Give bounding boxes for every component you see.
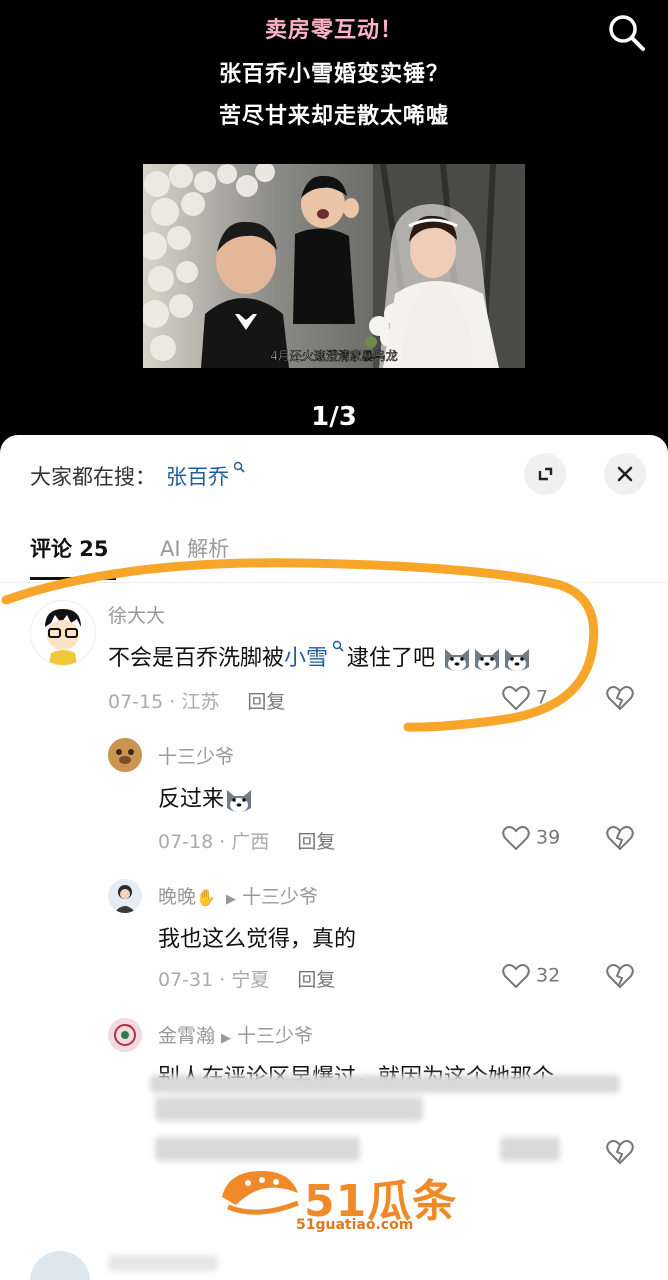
- hand-emoji-icon: ✋: [196, 888, 216, 907]
- comment-text: 我也这么觉得，真的: [158, 927, 357, 952]
- comment-text: 不会是百乔洗脚被小雪 逮住了吧: [108, 640, 532, 673]
- photo-caption: 4月还火速澄清家暴乌龙: [270, 348, 398, 363]
- comment-username[interactable]: 晚晚✋ ▶ 十三少爷: [158, 882, 318, 909]
- like-count: 32: [536, 964, 561, 987]
- reply-to-username[interactable]: 十三少爷: [242, 886, 318, 908]
- avatar[interactable]: [108, 879, 142, 913]
- dislike-icon[interactable]: [606, 963, 634, 993]
- comment-sheet: 大家都在搜： 张百乔 评论 25 AI 解析 徐大大 不会是百乔洗脚被小雪 逮住…: [0, 435, 668, 1280]
- heart-icon: [502, 964, 530, 989]
- avatar[interactable]: [108, 738, 142, 772]
- video-headline-1: 卖房零互动！: [264, 18, 403, 43]
- avatar[interactable]: [108, 1018, 142, 1052]
- avatar[interactable]: [30, 1251, 90, 1280]
- search-mini-icon: [229, 461, 245, 476]
- comment-username[interactable]: 徐大大: [108, 601, 165, 628]
- reply-to-username[interactable]: 十三少爷: [237, 1025, 313, 1047]
- comment-meta: 07-15 · 江苏 回复: [108, 687, 285, 714]
- wedding-photo: 4月还火速澄清家暴乌龙: [143, 164, 525, 368]
- comment-text: 反过来: [158, 781, 254, 814]
- tab-ai-analysis[interactable]: AI 解析: [160, 533, 229, 563]
- dislike-icon[interactable]: [606, 685, 634, 715]
- blurred-text: [500, 1137, 560, 1161]
- comment-username-text: 晚晚: [158, 886, 197, 908]
- comment-meta: 07-31 · 宁夏 回复: [158, 965, 335, 992]
- watermark-logo: 51瓜条 51guatiao.com: [218, 1163, 458, 1239]
- close-icon[interactable]: [604, 453, 646, 495]
- heart-icon: [502, 826, 530, 851]
- blurred-text: [108, 1255, 218, 1271]
- like-button[interactable]: 32: [502, 963, 560, 989]
- comment-username[interactable]: 金霄瀚 ▶ 十三少爷: [158, 1021, 313, 1048]
- active-tab-indicator: [30, 577, 116, 580]
- comment-username[interactable]: 十三少爷: [158, 742, 234, 769]
- video-headline-2: 张百乔小雪婚变实锤？: [218, 62, 449, 87]
- comment-text-part: 反过来: [158, 787, 225, 812]
- comment-text-part: 不会是百乔洗脚被: [108, 646, 285, 671]
- comment-date-location: 07-31 · 宁夏: [158, 969, 270, 991]
- husky-emoji-icon: [502, 645, 532, 673]
- reply-arrow-icon: ▶: [221, 1031, 232, 1046]
- reply-button[interactable]: 回复: [297, 831, 335, 853]
- comment-date-location: 07-18 · 广西: [158, 831, 270, 853]
- heart-icon: [502, 686, 530, 711]
- watermark-url: 51guatiao.com: [296, 1217, 414, 1233]
- blurred-text: [155, 1137, 360, 1161]
- reply-button[interactable]: 回复: [297, 969, 335, 991]
- like-button[interactable]: 7: [502, 685, 548, 711]
- comment-username-text: 金霄瀚: [158, 1025, 216, 1047]
- husky-emoji-icon: [224, 786, 254, 814]
- reply-button[interactable]: 回复: [247, 691, 285, 713]
- dislike-icon[interactable]: [606, 825, 634, 855]
- comment-text-part: 逮住了吧: [347, 646, 436, 671]
- trending-keyword[interactable]: 张百乔: [166, 465, 229, 489]
- trending-label: 大家都在搜：: [30, 465, 156, 489]
- trending-search[interactable]: 大家都在搜： 张百乔: [30, 461, 245, 491]
- like-button[interactable]: 39: [502, 825, 560, 851]
- expand-icon[interactable]: [524, 453, 566, 495]
- tabs-divider: [0, 582, 668, 583]
- comment-meta: 07-18 · 广西 回复: [158, 827, 335, 854]
- reply-arrow-icon: ▶: [225, 892, 236, 907]
- search-mini-icon: [328, 640, 347, 655]
- video-area[interactable]: 卖房零互动！ 张百乔小雪婚变实锤？ 苦尽甘来却走散太唏嘘 4月还火速澄清家暴乌龙…: [0, 0, 668, 440]
- like-count: 7: [536, 686, 549, 709]
- avatar[interactable]: [30, 600, 96, 666]
- search-icon[interactable]: [606, 12, 646, 52]
- like-count: 39: [536, 826, 561, 849]
- dislike-icon[interactable]: [606, 1139, 634, 1169]
- pager-indicator: 1/3: [311, 402, 357, 432]
- comment-search-link[interactable]: 小雪: [284, 646, 328, 671]
- husky-emoji-icon: [442, 645, 472, 673]
- blurred-text: [155, 1097, 423, 1121]
- husky-emoji-icon: [472, 645, 502, 673]
- comment-date-location: 07-15 · 江苏: [108, 691, 220, 713]
- video-headline-3: 苦尽甘来却走散太唏嘘: [218, 104, 449, 129]
- tab-comments[interactable]: 评论 25: [30, 533, 109, 563]
- blurred-text: [150, 1075, 620, 1093]
